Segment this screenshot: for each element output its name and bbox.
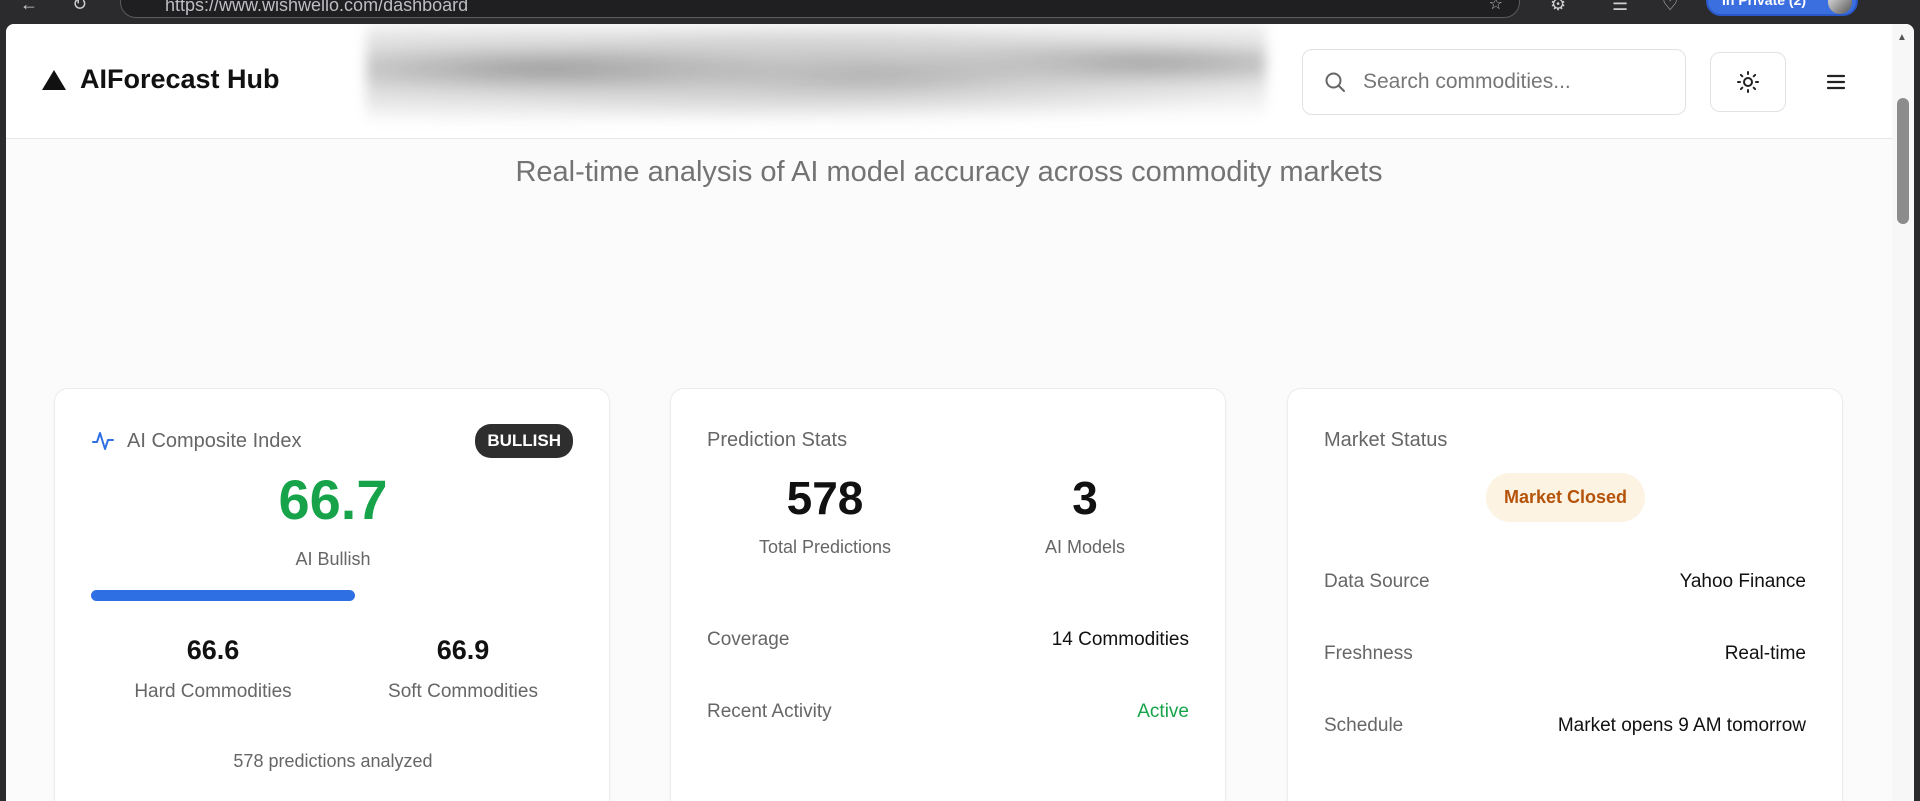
extensions-icon[interactable]: ⚙ [1550, 0, 1566, 15]
market-status-title: Market Status [1324, 429, 1448, 451]
coverage-row: Coverage 14 Commodities [707, 629, 1189, 651]
soft-commodities-value: 66.9 [436, 635, 490, 665]
hard-commodities-label: Hard Commodities [134, 681, 292, 702]
site-header: AIForecast Hub [6, 24, 1892, 139]
blurred-header-graphic [366, 24, 1266, 136]
favorites-icon[interactable]: ☰ [1612, 0, 1628, 15]
composite-progress-fill [91, 590, 355, 601]
composite-sentiment-label: AI Bullish [295, 549, 371, 569]
composite-value: 66.7 [278, 468, 388, 531]
ai-models-value: 3 [1072, 472, 1098, 524]
reload-icon[interactable]: ↻ [72, 0, 87, 15]
theme-toggle-button[interactable] [1710, 52, 1786, 112]
page-viewport: AIForecast Hub Real-time analysis of AI … [6, 24, 1914, 801]
prediction-stats-title: Prediction Stats [707, 429, 848, 451]
prediction-stats-card: Prediction Stats 578 Total Predictions 3… [670, 388, 1226, 801]
freshness-value: Real-time [1724, 643, 1806, 664]
data-source-label: Data Source [1324, 571, 1430, 592]
ai-models-label: AI Models [1044, 537, 1126, 557]
shield-icon[interactable]: ♡ [1662, 0, 1678, 15]
favorite-star-icon[interactable]: ☆ [1489, 0, 1503, 14]
schedule-row: Schedule Market opens 9 AM tomorrow [1324, 715, 1806, 737]
search-icon [1325, 72, 1345, 92]
address-url: https://www.wishwello.com/dashboard [165, 0, 469, 15]
freshness-row: Freshness Real-time [1324, 643, 1806, 665]
address-bar[interactable]: https://www.wishwello.com/dashboard ☆ [120, 0, 1520, 18]
composite-title-text: AI Composite Index [127, 429, 302, 452]
schedule-value: Market opens 9 AM tomorrow [1557, 715, 1806, 736]
profile-label: In Private (2) [1722, 0, 1807, 8]
page-subtitle: Real-time analysis of AI model accuracy … [515, 156, 1383, 188]
total-predictions-value: 578 [786, 472, 864, 524]
coverage-value: 14 Commodities [1051, 629, 1189, 650]
recent-activity-status: Active [1137, 701, 1189, 722]
search-input[interactable] [1363, 70, 1683, 94]
data-source-row: Data Source Yahoo Finance [1324, 571, 1806, 593]
total-predictions-label: Total Predictions [758, 537, 892, 557]
menu-button[interactable] [1806, 52, 1866, 112]
predictions-analyzed-text: 578 predictions analyzed [233, 751, 433, 771]
recent-activity-label: Recent Activity [707, 701, 832, 722]
scrollbar-thumb[interactable] [1897, 98, 1909, 224]
back-icon[interactable]: ← [20, 0, 38, 15]
logo-text: AIForecast Hub [80, 64, 280, 94]
logo-link[interactable]: AIForecast Hub [42, 64, 280, 95]
avatar [1828, 0, 1852, 14]
market-status-card: Market Status Market Closed Data Source … [1287, 388, 1843, 801]
sun-icon [1737, 71, 1759, 93]
triangle-logo-icon [42, 69, 66, 90]
scroll-up-arrow-icon[interactable]: ▲ [1897, 32, 1907, 43]
page-scrollbar[interactable]: ▲ [1892, 24, 1914, 801]
browser-toolbar: ← ↻ https://www.wishwello.com/dashboard … [0, 0, 1920, 24]
bullish-badge: BULLISH [475, 424, 573, 458]
recent-activity-row: Recent Activity Active [707, 701, 1189, 723]
search-box[interactable] [1302, 49, 1686, 115]
coverage-label: Coverage [707, 629, 790, 650]
hamburger-menu-icon [1826, 74, 1846, 90]
schedule-label: Schedule [1324, 715, 1404, 736]
data-source-value: Yahoo Finance [1679, 571, 1806, 592]
soft-commodities-label: Soft Commodities [388, 681, 538, 702]
hard-commodities-value: 66.6 [186, 635, 240, 665]
market-closed-badge: Market Closed [1486, 473, 1646, 522]
composite-card-title: AI Composite Index [91, 429, 302, 453]
freshness-label: Freshness [1324, 643, 1413, 664]
activity-pulse-icon [92, 432, 114, 450]
composite-index-card: AI Composite Index BULLISH 66.7 AI Bulli… [54, 388, 610, 801]
inprivate-profile-button[interactable]: In Private (2) [1706, 0, 1858, 16]
composite-progress-bar [91, 590, 575, 601]
